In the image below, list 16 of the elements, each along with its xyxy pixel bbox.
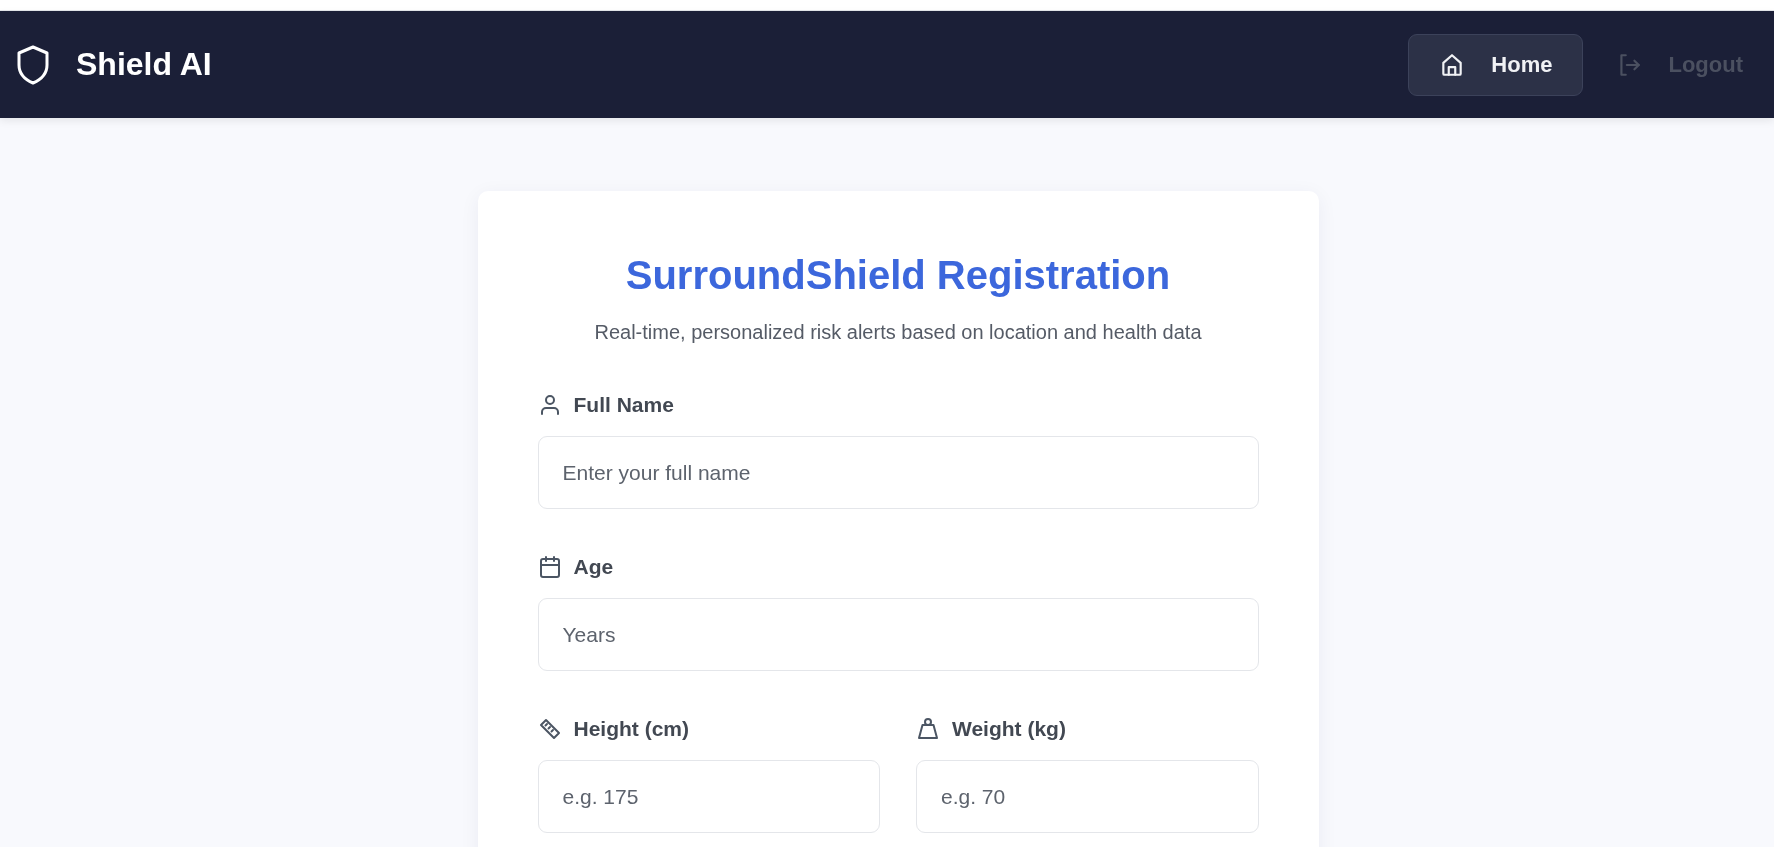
input-field[interactable]: Enter your full name [537, 436, 1259, 509]
input-field[interactable]: e.g. 70 [916, 760, 1259, 833]
brand-name: Shield AI [76, 46, 212, 83]
home-link[interactable]: Home [1408, 33, 1584, 96]
shield-icon [16, 44, 50, 85]
form-title: SurroundShield Registration [624, 252, 1172, 299]
ruler-icon [537, 717, 562, 741]
field-label: Height (cm) [573, 717, 689, 741]
calendar-icon [537, 555, 562, 579]
field-label: Full Name [573, 393, 674, 417]
input-field[interactable]: Years [537, 598, 1259, 671]
form-subtitle: Real-time, personalized risk alerts based on location and health data [593, 320, 1203, 345]
weight-icon [916, 717, 940, 741]
field-label: Weight (kg) [952, 717, 1066, 741]
field-label: Age [573, 555, 614, 579]
input-field[interactable]: e.g. 175 [537, 760, 880, 833]
